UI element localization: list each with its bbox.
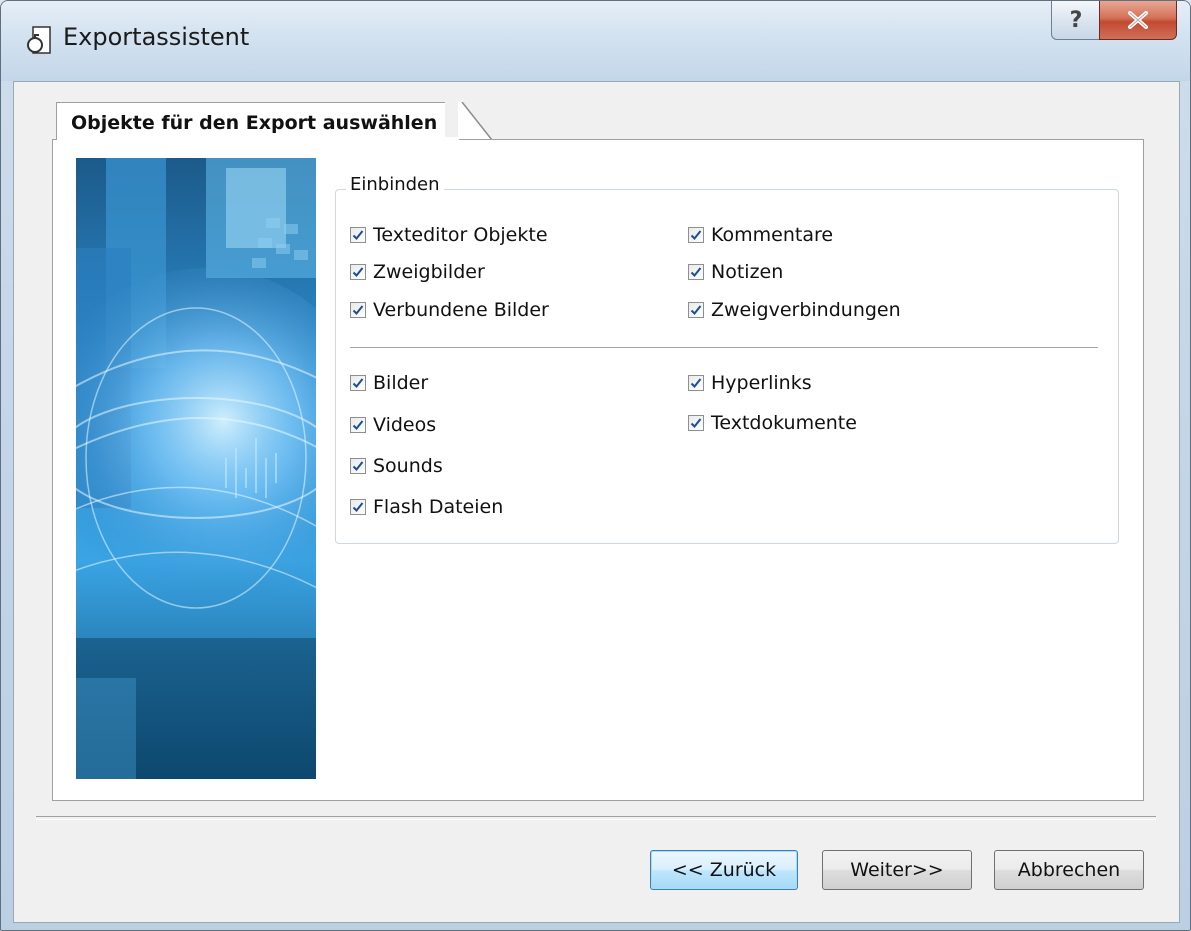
checkbox-box[interactable] <box>350 417 366 433</box>
checkbox-box[interactable] <box>688 302 704 318</box>
tab-label: Objekte für den Export auswählen <box>71 112 438 134</box>
footer-separator <box>36 816 1156 820</box>
group-separator <box>350 347 1098 348</box>
checkbox-texteditor-objekte[interactable]: Texteditor Objekte <box>350 224 548 246</box>
cancel-button[interactable]: Abbrechen <box>994 850 1144 890</box>
checkbox-label: Flash Dateien <box>373 496 504 518</box>
checkmark-icon <box>690 305 702 315</box>
checkbox-box[interactable] <box>350 499 366 515</box>
checkmark-icon <box>352 461 364 471</box>
checkbox-flash-dateien[interactable]: Flash Dateien <box>350 496 503 518</box>
checkmark-icon <box>352 267 364 277</box>
checkbox-kommentare[interactable]: Kommentare <box>688 224 833 246</box>
checkbox-hyperlinks[interactable]: Hyperlinks <box>688 372 812 394</box>
next-button[interactable]: Weiter>> <box>822 850 972 890</box>
checkbox-box[interactable] <box>350 375 366 391</box>
checkbox-box[interactable] <box>350 264 366 280</box>
tab-edge <box>458 102 493 140</box>
checkbox-bilder[interactable]: Bilder <box>350 372 428 394</box>
wizard-side-image <box>76 158 316 779</box>
checkbox-label: Verbundene Bilder <box>373 299 549 321</box>
checkmark-icon <box>690 418 702 428</box>
checkbox-zweigverbindungen[interactable]: Zweigverbindungen <box>688 299 901 321</box>
group-legend: Einbinden <box>346 174 444 195</box>
include-group: Einbinden Texteditor Objekte Zweigbilder… <box>335 174 1119 544</box>
tab-joint <box>57 137 459 141</box>
help-icon: ? <box>1069 7 1083 33</box>
checkbox-videos[interactable]: Videos <box>350 414 436 436</box>
checkmark-icon <box>352 502 364 512</box>
checkbox-box[interactable] <box>350 458 366 474</box>
tab-panel: Einbinden Texteditor Objekte Zweigbilder… <box>52 139 1144 801</box>
checkbox-label: Videos <box>373 414 437 436</box>
close-icon <box>1128 11 1148 29</box>
checkbox-box[interactable] <box>688 264 704 280</box>
checkbox-label: Sounds <box>373 455 443 477</box>
wizard-app-icon <box>27 26 51 54</box>
checkbox-label: Bilder <box>373 372 429 394</box>
checkbox-label: Zweigbilder <box>373 261 485 283</box>
checkmark-icon <box>352 378 364 388</box>
checkmark-icon <box>352 420 364 430</box>
checkbox-sounds[interactable]: Sounds <box>350 455 443 477</box>
dialog-client-area: Objekte für den Export auswählen Einbind… <box>13 81 1180 923</box>
checkmark-icon <box>352 305 364 315</box>
window-title: Exportassistent <box>63 23 250 51</box>
tab-select-export-objects[interactable]: Objekte für den Export auswählen <box>56 102 446 141</box>
title-bar[interactable]: Exportassistent ? <box>1 1 1190 81</box>
checkbox-label: Hyperlinks <box>711 372 812 394</box>
checkmark-icon <box>690 230 702 240</box>
checkbox-label: Textdokumente <box>711 412 857 434</box>
checkbox-zweigbilder[interactable]: Zweigbilder <box>350 261 485 283</box>
checkbox-verbundene-bilder[interactable]: Verbundene Bilder <box>350 299 549 321</box>
checkmark-icon <box>690 378 702 388</box>
help-button[interactable]: ? <box>1051 1 1101 40</box>
checkbox-label: Texteditor Objekte <box>373 224 548 246</box>
checkmark-icon <box>352 230 364 240</box>
checkbox-label: Kommentare <box>711 224 834 246</box>
checkbox-box[interactable] <box>688 227 704 243</box>
checkmark-icon <box>690 267 702 277</box>
checkbox-notizen[interactable]: Notizen <box>688 261 783 283</box>
close-button[interactable] <box>1099 1 1177 40</box>
checkbox-box[interactable] <box>350 227 366 243</box>
checkbox-box[interactable] <box>688 415 704 431</box>
checkbox-textdokumente[interactable]: Textdokumente <box>688 412 857 434</box>
checkbox-box[interactable] <box>350 302 366 318</box>
back-button[interactable]: << Zurück <box>650 850 798 890</box>
checkbox-label: Zweigverbindungen <box>711 299 901 321</box>
checkbox-label: Notizen <box>711 261 784 283</box>
export-wizard-window: Exportassistent ? Objekte für den Export… <box>0 0 1191 931</box>
checkbox-box[interactable] <box>688 375 704 391</box>
